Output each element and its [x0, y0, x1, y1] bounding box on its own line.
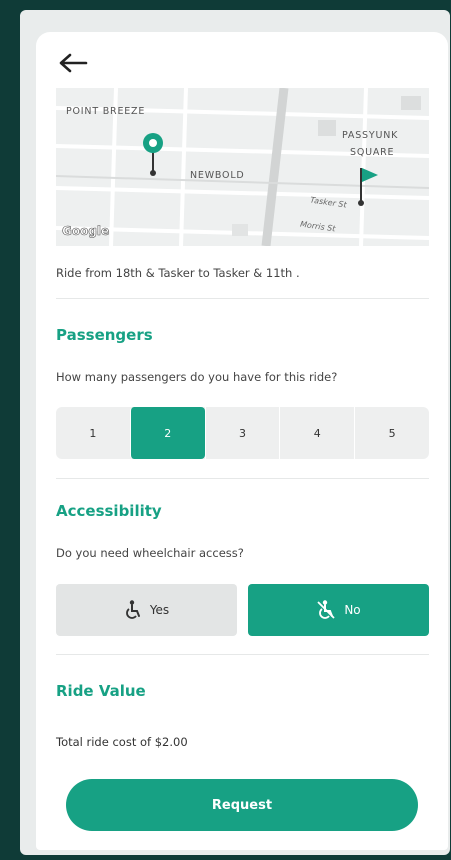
map-label-square: SQUARE: [350, 147, 395, 158]
passenger-option-2[interactable]: 2: [129, 407, 205, 459]
arrow-left-icon: [59, 53, 88, 73]
passengers-title: Passengers: [56, 326, 153, 344]
total-ride-cost: Total ride cost of $2.00: [56, 735, 188, 749]
passenger-count-selector: 1 2 3 4 5: [56, 407, 429, 459]
divider: [56, 654, 429, 655]
ride-description: Ride from 18th & Tasker to Tasker & 11th…: [56, 266, 300, 280]
divider: [56, 478, 429, 479]
accessibility-question: Do you need wheelchair access?: [56, 546, 244, 560]
accessibility-title: Accessibility: [56, 502, 162, 520]
request-button[interactable]: Request: [66, 779, 418, 831]
passenger-option-4[interactable]: 4: [279, 407, 354, 459]
wheelchair-no-button[interactable]: No: [248, 584, 429, 636]
map-label-point-breeze: POINT BREEZE: [66, 106, 146, 117]
map-label-newbold: NEWBOLD: [190, 170, 245, 181]
ride-value-title: Ride Value: [56, 682, 146, 700]
divider: [56, 298, 429, 299]
map-label-passyunk: PASSYUNK: [342, 130, 399, 141]
no-wheelchair-icon: [317, 600, 335, 619]
back-button[interactable]: [56, 48, 90, 78]
wheelchair-yes-button[interactable]: Yes: [56, 584, 237, 636]
google-logo: Google: [62, 224, 110, 239]
passenger-option-5[interactable]: 5: [354, 407, 429, 459]
passengers-question: How many passengers do you have for this…: [56, 370, 338, 384]
wheelchair-yes-label: Yes: [149, 603, 170, 617]
wheelchair-no-label: No: [344, 603, 361, 617]
map-pin-icon: [143, 133, 163, 176]
route-map[interactable]: POINT BREEZE NEWBOLD PASSYUNK SQUARE Tas…: [56, 88, 429, 246]
passenger-option-1[interactable]: 1: [56, 407, 130, 459]
flag-icon: [358, 168, 378, 206]
wheelchair-icon: [125, 600, 140, 619]
passenger-option-3[interactable]: 3: [204, 407, 280, 459]
